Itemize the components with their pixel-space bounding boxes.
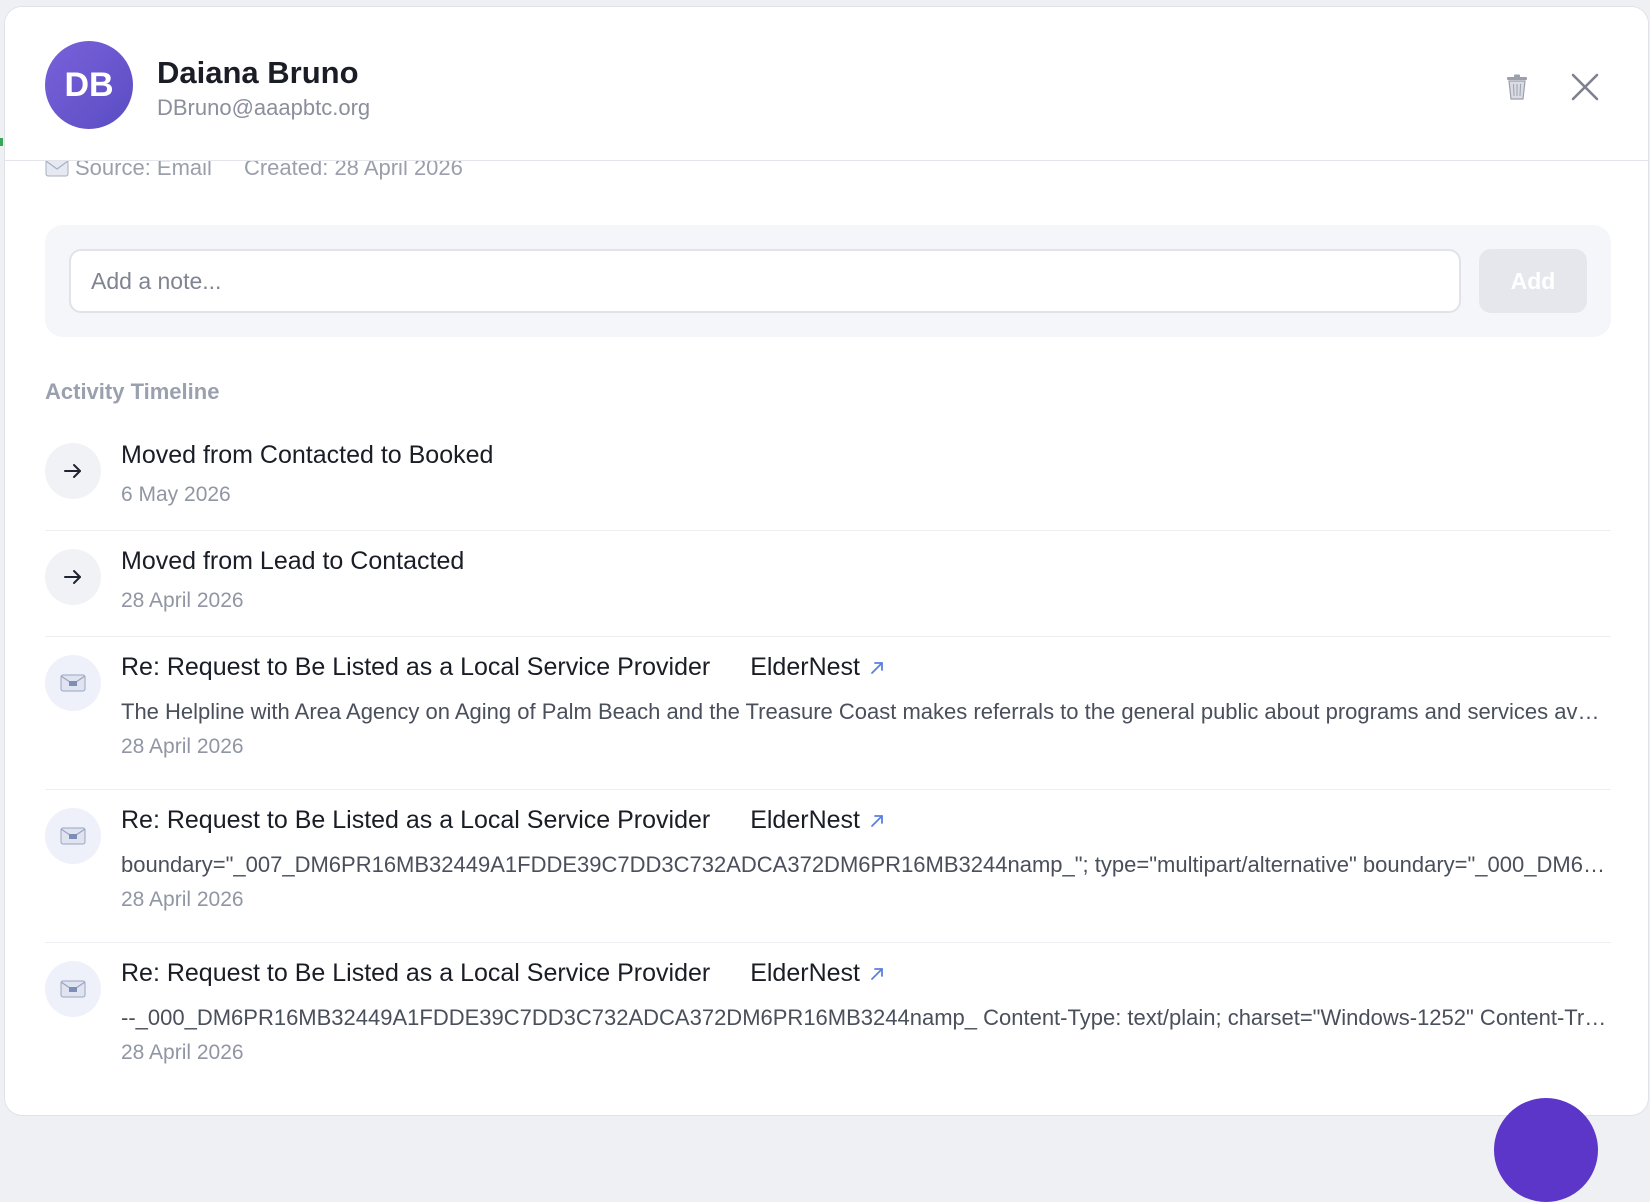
timeline-item: Moved from Lead to Contacted 28 April 20…: [45, 531, 1611, 637]
timeline-item[interactable]: Re: Request to Be Listed as a Local Serv…: [45, 790, 1611, 943]
timeline-item-title: Moved from Contacted to Booked: [121, 441, 494, 469]
company-link[interactable]: ElderNest: [750, 806, 884, 835]
timeline-item: Moved from Contacted to Booked 6 May 202…: [45, 425, 1611, 531]
timeline-item-title: Re: Request to Be Listed as a Local Serv…: [121, 806, 884, 835]
email-snippet: The Helpline with Area Agency on Aging o…: [121, 699, 1611, 724]
company-name: ElderNest: [750, 959, 860, 987]
contact-detail-panel: DB Daiana Bruno DBruno@aaapbtc.org Sourc…: [4, 6, 1649, 1116]
delete-button[interactable]: [1497, 67, 1537, 107]
contact-name: Daiana Bruno: [157, 55, 359, 90]
email-subject: Re: Request to Be Listed as a Local Serv…: [121, 653, 711, 681]
timeline-item-title: Re: Request to Be Listed as a Local Serv…: [121, 653, 884, 682]
close-icon: [1571, 73, 1599, 101]
envelope-icon: [45, 159, 69, 177]
external-link-icon: [870, 967, 884, 981]
arrow-right-icon: [64, 570, 81, 584]
stage-change-marker: [45, 549, 101, 605]
timeline-item-title: Re: Request to Be Listed as a Local Serv…: [121, 959, 884, 988]
envelope-icon: [60, 980, 86, 998]
email-snippet: boundary="_007_DM6PR16MB32449A1FDDE39C7D…: [121, 852, 1611, 877]
timeline-item-date: 28 April 2026: [121, 1041, 244, 1064]
email-marker: [45, 961, 101, 1017]
email-marker: [45, 808, 101, 864]
company-link[interactable]: ElderNest: [750, 959, 884, 988]
company-name: ElderNest: [750, 653, 860, 681]
company-link[interactable]: ElderNest: [750, 653, 884, 682]
edge-accent: [0, 138, 3, 146]
note-input[interactable]: [69, 249, 1461, 313]
external-link-icon: [870, 661, 884, 675]
stage-change-marker: [45, 443, 101, 499]
email-subject: Re: Request to Be Listed as a Local Serv…: [121, 806, 711, 834]
trash-icon: [1507, 74, 1527, 100]
external-link-icon: [870, 814, 884, 828]
contact-email: DBruno@aaapbtc.org: [157, 95, 371, 120]
floating-action-button[interactable]: [1494, 1098, 1598, 1202]
timeline-item[interactable]: Re: Request to Be Listed as a Local Serv…: [45, 637, 1611, 790]
arrow-right-icon: [64, 464, 81, 478]
timeline-item-title: Moved from Lead to Contacted: [121, 547, 465, 575]
email-marker: [45, 655, 101, 711]
envelope-icon: [60, 827, 86, 845]
timeline-heading: Activity Timeline: [45, 379, 220, 404]
panel-header: DB Daiana Bruno DBruno@aaapbtc.org: [5, 7, 1648, 161]
envelope-icon: [60, 674, 86, 692]
note-composer: Add: [45, 225, 1611, 337]
activity-timeline: Moved from Contacted to Booked 6 May 202…: [45, 425, 1611, 1096]
company-name: ElderNest: [750, 806, 860, 834]
timeline-item[interactable]: Re: Request to Be Listed as a Local Serv…: [45, 943, 1611, 1096]
email-subject: Re: Request to Be Listed as a Local Serv…: [121, 959, 711, 987]
timeline-item-date: 28 April 2026: [121, 888, 244, 911]
timeline-item-date: 28 April 2026: [121, 589, 244, 612]
timeline-item-date: 6 May 2026: [121, 483, 231, 506]
email-snippet: --_000_DM6PR16MB32449A1FDDE39C7DD3C732AD…: [121, 1005, 1611, 1030]
close-button[interactable]: [1565, 67, 1605, 107]
add-note-button[interactable]: Add: [1479, 249, 1587, 313]
timeline-item-date: 28 April 2026: [121, 735, 244, 758]
avatar: DB: [45, 41, 133, 129]
